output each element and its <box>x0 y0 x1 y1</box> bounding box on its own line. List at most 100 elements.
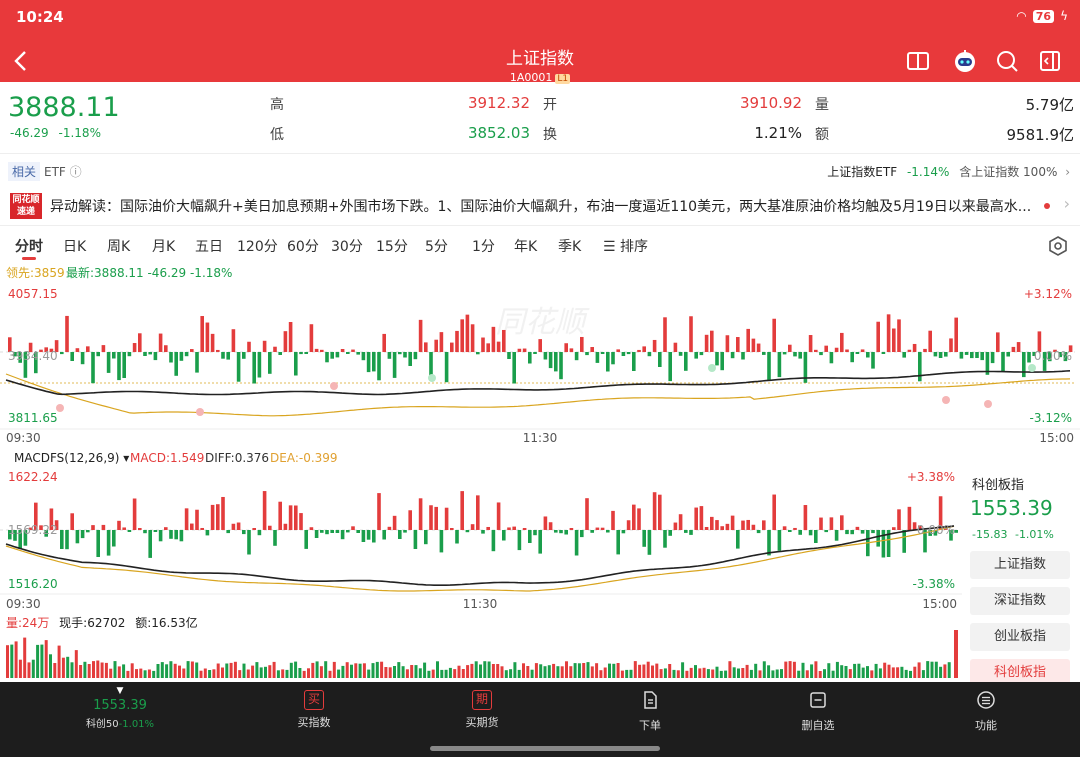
related-etf-quote[interactable]: 上证指数ETF -1.14% 含上证指数 100% › <box>827 163 1070 180</box>
breadth-bar <box>907 506 912 531</box>
breadth-bar <box>652 492 657 531</box>
breadth-bar <box>538 339 542 353</box>
remove-watchlist-button[interactable]: 删自选 <box>758 690 878 733</box>
breadth-bar <box>470 324 475 352</box>
breadth-bar <box>590 347 594 353</box>
volume-bar <box>130 663 134 678</box>
search-icon[interactable] <box>993 48 1021 74</box>
event-marker-icon[interactable] <box>330 382 338 390</box>
buy-index-button[interactable]: 买 买指数 <box>254 690 374 730</box>
tab-yearly[interactable]: 年K <box>514 236 537 256</box>
bottom-ticker[interactable]: ▼ 1553.39 科创50-1.01% <box>60 686 180 730</box>
breadth-bar <box>574 530 579 556</box>
tab-30min[interactable]: 30分 <box>331 236 363 256</box>
volume-bar <box>732 667 736 678</box>
breadth-bar <box>730 352 735 359</box>
breadth-bar <box>647 352 652 357</box>
volume-bar <box>126 670 130 678</box>
breadth-bar <box>418 319 423 352</box>
time-end: 15:00 <box>922 597 957 611</box>
volume-bar <box>711 669 715 678</box>
tab-60min[interactable]: 60分 <box>287 236 319 256</box>
volume-bar <box>831 670 835 678</box>
chevron-right-icon[interactable]: › <box>1064 194 1070 213</box>
volume-bar <box>225 663 229 678</box>
macd-label[interactable]: MACDFS(12,26,9) ▾ <box>14 451 129 465</box>
breadth-bar <box>460 319 464 353</box>
volume-chart[interactable] <box>0 630 962 680</box>
breadth-bar <box>288 322 293 353</box>
breadth-bar <box>866 352 870 358</box>
volume-bar <box>117 666 121 678</box>
breadth-bar <box>918 352 922 382</box>
place-order-button[interactable]: 下单 <box>590 690 710 733</box>
tab-1min[interactable]: 1分 <box>472 236 495 256</box>
breadth-bar <box>231 329 236 353</box>
volume-bar <box>36 644 40 678</box>
split-view-icon[interactable] <box>904 48 932 74</box>
volume-bar <box>285 669 289 678</box>
breadth-bar <box>210 333 215 352</box>
breadth-bar <box>793 352 797 357</box>
breadth-bar <box>294 352 298 376</box>
breadth-bar <box>132 343 137 353</box>
breadth-bar <box>335 530 340 533</box>
volume-bar <box>629 669 633 678</box>
tab-weekly[interactable]: 周K <box>107 236 130 256</box>
breadth-bar <box>127 530 132 532</box>
tab-quarterly[interactable]: 季K <box>558 236 581 256</box>
info-icon[interactable]: ⓘ <box>70 165 82 179</box>
event-marker-icon[interactable] <box>942 396 950 404</box>
breadth-bar <box>247 341 251 353</box>
tab-15min[interactable]: 15分 <box>376 236 408 256</box>
tab-sort[interactable]: ☰ 排序 <box>603 236 648 256</box>
tab-120min[interactable]: 120分 <box>237 236 278 256</box>
switch-chinext-button[interactable]: 创业板指 <box>970 623 1070 651</box>
breadth-bar <box>720 352 724 371</box>
event-marker-icon[interactable] <box>196 408 204 416</box>
event-marker-icon[interactable] <box>428 374 436 382</box>
event-marker-icon[interactable] <box>1028 364 1036 372</box>
switch-szse-index-button[interactable]: 深证指数 <box>970 587 1070 615</box>
volume-bar <box>487 661 491 678</box>
buy-futures-button[interactable]: 期 买期货 <box>422 690 542 730</box>
charging-icon: ϟ <box>1060 9 1068 23</box>
breadth-bar <box>767 530 771 556</box>
volume-bar <box>444 669 448 678</box>
settings-icon[interactable] <box>1048 236 1068 256</box>
event-marker-icon[interactable] <box>984 400 992 408</box>
news-headline[interactable]: 异动解读：国际油价大幅飙升+美日加息预期+外围市场下跌。1、国际油价大幅飙升，布… <box>50 196 1040 216</box>
tab-monthly[interactable]: 月K <box>152 236 175 256</box>
volume-bar <box>109 668 113 678</box>
event-marker-icon[interactable] <box>708 364 716 372</box>
volume-bar <box>139 668 143 678</box>
breadth-bar <box>164 345 168 353</box>
star-market-chart[interactable]: 1622.24 1569.22 1516.20 +3.38% 0.00% -3.… <box>0 466 962 614</box>
volume-bar <box>741 668 745 678</box>
volume-bar <box>659 669 663 678</box>
volume-bar <box>418 668 422 678</box>
volume-bar <box>870 670 874 678</box>
tab-daily[interactable]: 日K <box>63 236 86 256</box>
low-label: 低 <box>270 127 284 143</box>
breadth-bar <box>325 352 329 363</box>
volume-bar <box>556 666 560 678</box>
functions-button[interactable]: 功能 <box>926 690 1046 733</box>
related-etf-bar[interactable]: 相关 ETF ⓘ 上证指数ETF -1.14% 含上证指数 100% › <box>0 154 1080 186</box>
volume-bar <box>87 664 91 678</box>
breadth-bar <box>819 352 823 356</box>
robot-assistant-icon[interactable] <box>951 48 979 74</box>
tab-timeshare[interactable]: 分时 <box>15 236 43 256</box>
collapse-panel-icon[interactable] <box>1036 48 1064 74</box>
switch-sse-index-button[interactable]: 上证指数 <box>970 551 1070 579</box>
news-ticker[interactable]: 同花顺 速递 异动解读：国际油价大幅飙升+美日加息预期+外围市场下跌。1、国际油… <box>0 186 1080 226</box>
volume-bar <box>367 669 371 678</box>
breadth-bar <box>684 530 688 533</box>
breadth-bar <box>403 352 407 358</box>
tab-five-day[interactable]: 五日 <box>195 236 223 256</box>
tab-5min[interactable]: 5分 <box>425 236 448 256</box>
amount-value: 9581.9亿 <box>1006 126 1075 144</box>
main-intraday-chart[interactable]: 领先:3859 最新:3888.11 -46.29 -1.18% 同花顺 405… <box>0 262 1080 448</box>
volume-bar <box>311 662 315 678</box>
volume-bar <box>694 665 697 678</box>
